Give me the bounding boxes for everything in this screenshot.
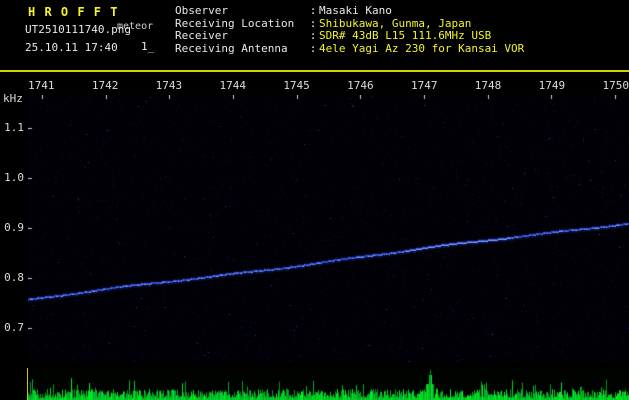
x-tick-label: 1746 <box>347 79 374 92</box>
x-tick-label: 1741 <box>28 79 55 92</box>
info-value-receiver: SDR# 43dB L15 111.6MHz USB <box>319 29 492 43</box>
y-tick-label: 0.9 <box>4 221 24 234</box>
hrofft-screen: H R O F F T UT2510111740.png meteor 25.1… <box>0 0 629 400</box>
info-colon: : <box>309 4 317 17</box>
signal-level-canvas <box>28 368 629 400</box>
output-filename: UT2510111740.png <box>25 23 131 36</box>
info-colon: : <box>309 29 317 43</box>
station-info: Observer : Masaki Kano Receiving Locatio… <box>175 4 525 55</box>
y-tick-label: 1.0 <box>4 171 24 184</box>
header-separator-line <box>0 70 629 72</box>
timestamp: 25.10.11 17:40 <box>25 41 118 54</box>
x-tick-label: 1745 <box>283 79 310 92</box>
app-title: H R O F F T <box>28 5 119 19</box>
x-tick-label: 1749 <box>538 79 566 92</box>
mode-label: meteor <box>117 21 154 32</box>
spectrogram-canvas <box>28 95 629 362</box>
info-label-observer: Observer <box>175 4 228 17</box>
y-axis-unit-label: kHz <box>3 92 23 105</box>
x-tick-label: 1743 <box>155 79 183 92</box>
info-label-receiver: Receiver <box>175 29 228 43</box>
x-tick-label: 1750 <box>602 79 629 92</box>
info-colon: : <box>309 41 317 55</box>
y-tick-label: 1.1 <box>4 121 24 134</box>
x-tick-label: 1748 <box>474 79 502 92</box>
x-tick-label: 1744 <box>219 79 246 92</box>
y-tick-label: 0.7 <box>4 321 24 334</box>
info-value-observer: Masaki Kano <box>319 4 392 17</box>
page-counter: 1_ <box>141 40 155 53</box>
x-tick-label: 1742 <box>91 79 119 92</box>
y-tick-label: 0.8 <box>4 271 24 284</box>
info-label-antenna: Receiving Antenna <box>175 41 288 55</box>
x-tick-label: 1747 <box>410 79 438 92</box>
info-value-antenna: 4ele Yagi Az 230 for Kansai VOR <box>319 41 525 55</box>
x-axis-labels: 1741 1742 1743 1744 1745 1746 1747 1748 … <box>28 79 629 92</box>
